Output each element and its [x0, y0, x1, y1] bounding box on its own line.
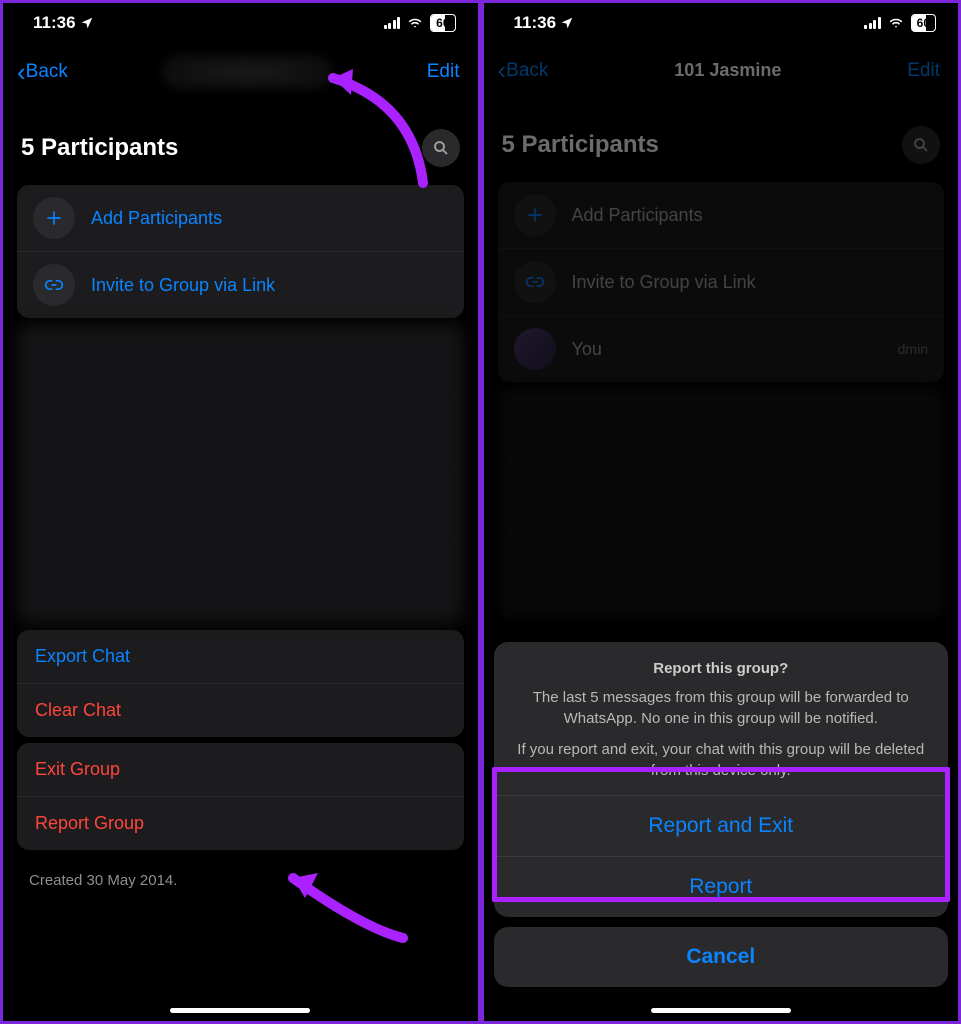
chevron-left-icon: ‹ — [17, 57, 26, 88]
back-button[interactable]: ‹ Back — [17, 57, 68, 88]
sheet-header: Report this group? The last 5 messages f… — [494, 642, 949, 795]
back-label: Back — [26, 61, 68, 83]
status-bar: 11:36 60 — [3, 3, 478, 39]
search-icon — [432, 139, 450, 157]
participants-actions-card: Add Participants Invite to Group via Lin… — [498, 182, 945, 382]
sheet-body-2: If you report and exit, your chat with t… — [516, 739, 927, 781]
you-row[interactable]: You dmin — [498, 315, 945, 382]
left-screenshot: 11:36 60 ‹ Back Edit 5 Participants Add … — [3, 3, 478, 1021]
search-button[interactable] — [422, 129, 460, 167]
participants-actions-card: Add Participants Invite to Group via Lin… — [17, 185, 464, 318]
admin-badge: dmin — [898, 341, 928, 357]
participants-header: 5 Participants — [502, 131, 659, 159]
participants-header: 5 Participants — [21, 134, 178, 162]
plus-icon — [514, 194, 556, 236]
add-participants-label: Add Participants — [91, 208, 448, 229]
invite-link-label: Invite to Group via Link — [572, 272, 929, 293]
participants-list-redacted — [17, 324, 464, 624]
action-sheet: Report this group? The last 5 messages f… — [494, 642, 949, 1013]
home-indicator[interactable] — [170, 1008, 310, 1013]
right-screenshot: 11:36 60 ‹ Back 101 Jasmine Edit 5 Parti… — [484, 3, 959, 1021]
signal-icon — [384, 17, 401, 29]
group-title-redacted — [162, 55, 332, 89]
report-group-row[interactable]: Report Group — [17, 796, 464, 850]
chat-actions-card: Export Chat Clear Chat — [17, 630, 464, 737]
export-chat-row[interactable]: Export Chat — [17, 630, 464, 683]
nav-bar: ‹ Back Edit — [3, 39, 478, 99]
search-icon — [912, 136, 930, 154]
add-participants-row[interactable]: Add Participants — [498, 182, 945, 248]
status-time: 11:36 — [514, 13, 557, 33]
link-icon — [514, 261, 556, 303]
edit-button[interactable]: Edit — [427, 61, 460, 83]
battery-icon: 60 — [430, 14, 455, 32]
participants-list-redacted — [498, 388, 945, 618]
cancel-button[interactable]: Cancel — [494, 927, 949, 987]
back-button[interactable]: ‹ Back — [498, 55, 549, 86]
edit-button[interactable]: Edit — [907, 60, 940, 82]
chevron-left-icon: ‹ — [498, 55, 507, 86]
nav-bar: ‹ Back 101 Jasmine Edit — [484, 39, 959, 96]
plus-icon — [33, 197, 75, 239]
created-text: Created 30 May 2014. — [3, 856, 478, 905]
avatar — [514, 328, 556, 370]
location-icon — [560, 16, 574, 30]
add-participants-row[interactable]: Add Participants — [17, 185, 464, 251]
battery-icon: 60 — [911, 14, 936, 32]
invite-link-label: Invite to Group via Link — [91, 275, 448, 296]
you-label: You — [572, 339, 882, 360]
wifi-icon — [887, 16, 905, 30]
location-icon — [80, 16, 94, 30]
sheet-title: Report this group? — [516, 658, 927, 679]
search-button[interactable] — [902, 126, 940, 164]
link-icon — [33, 264, 75, 306]
invite-link-row[interactable]: Invite to Group via Link — [498, 248, 945, 315]
signal-icon — [864, 17, 881, 29]
home-indicator[interactable] — [651, 1008, 791, 1013]
status-time: 11:36 — [33, 13, 76, 33]
back-label: Back — [506, 60, 548, 82]
group-title: 101 Jasmine — [674, 60, 781, 81]
report-and-exit-button[interactable]: Report and Exit — [494, 795, 949, 856]
report-button[interactable]: Report — [494, 856, 949, 917]
exit-group-row[interactable]: Exit Group — [17, 743, 464, 796]
invite-link-row[interactable]: Invite to Group via Link — [17, 251, 464, 318]
group-actions-card: Exit Group Report Group — [17, 743, 464, 850]
add-participants-label: Add Participants — [572, 205, 929, 226]
sheet-body-1: The last 5 messages from this group will… — [516, 687, 927, 729]
status-bar: 11:36 60 — [484, 3, 959, 39]
wifi-icon — [406, 16, 424, 30]
clear-chat-row[interactable]: Clear Chat — [17, 683, 464, 737]
